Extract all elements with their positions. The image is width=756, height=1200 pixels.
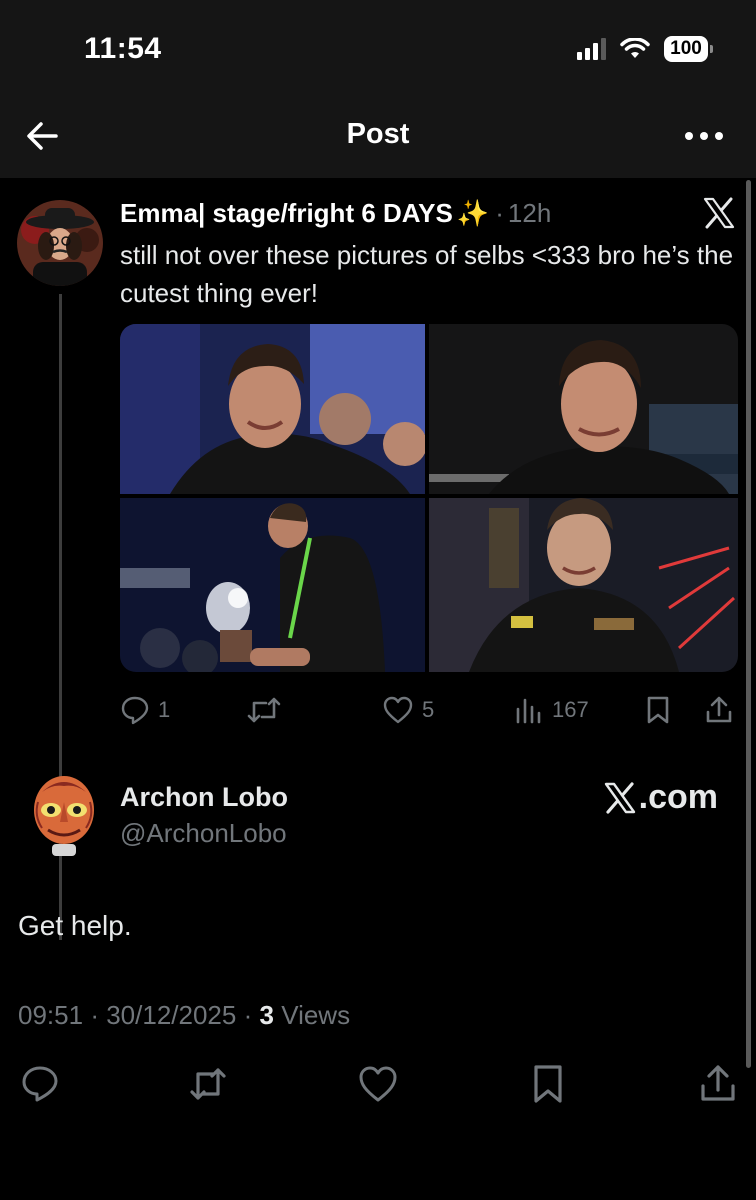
reply-icon (121, 696, 149, 725)
x-logo-icon (703, 197, 735, 229)
x-com-watermark: .com (603, 778, 718, 817)
repost-icon[interactable] (186, 1062, 230, 1106)
like-action[interactable]: 5 (382, 688, 434, 732)
bookmark-action[interactable] (644, 688, 672, 732)
avatar[interactable] (17, 200, 103, 286)
author-handle[interactable]: @ArchonLobo (120, 818, 287, 849)
x-logo-icon (604, 781, 635, 814)
views-chart-icon (516, 698, 541, 724)
views-action[interactable]: 167 (514, 688, 589, 732)
repost-action[interactable] (246, 688, 282, 732)
author-name[interactable]: Emma| stage/fright 6 DAYS (120, 198, 453, 229)
author-name[interactable]: Archon Lobo (120, 782, 288, 813)
photo-4[interactable] (429, 498, 738, 672)
separator: · (495, 198, 504, 228)
views-count: 3 (259, 1000, 274, 1030)
wifi-icon (620, 38, 650, 58)
reply-action[interactable]: 1 (120, 688, 170, 732)
like-count: 5 (422, 697, 435, 722)
post-text: Get help. (18, 910, 132, 941)
photo-grid (120, 324, 738, 672)
bookmark-icon[interactable] (526, 1062, 570, 1106)
avatar-image (34, 776, 94, 856)
repost-icon (247, 697, 281, 723)
views-count: 167 (552, 697, 589, 722)
more-icon[interactable] (684, 124, 724, 148)
quoted-post-header: Emma| stage/fright 6 DAYS ✨ · 12h (120, 198, 551, 229)
reply-icon[interactable] (18, 1062, 62, 1106)
battery-indicator: 100 (664, 36, 713, 62)
bookmark-icon (647, 696, 669, 724)
post-meta: 09:51 · 30/12/2025 · 3 Views (18, 1000, 350, 1031)
page-title: Post (346, 118, 410, 150)
photo-1[interactable] (120, 324, 425, 494)
views-label: Views (281, 1000, 351, 1030)
cellular-signal-icon (577, 38, 606, 60)
scrollbar[interactable] (746, 180, 751, 1068)
photo-3[interactable] (120, 498, 425, 672)
post-time: 09:51 (18, 1000, 84, 1030)
status-bar: 11:54 100 (0, 0, 756, 100)
reply-count: 1 (158, 697, 171, 722)
avatar-image (17, 200, 103, 286)
nav-bar: Post (0, 100, 756, 178)
status-time: 11:54 (84, 32, 162, 65)
share-action[interactable] (704, 688, 734, 732)
status-icons: 100 (577, 36, 713, 62)
share-icon[interactable] (696, 1062, 740, 1106)
post-text: still not over these pictures of selbs <… (120, 240, 734, 308)
photo-2[interactable] (429, 324, 738, 494)
heart-icon[interactable] (356, 1062, 400, 1106)
separator: · (243, 1000, 253, 1030)
watermark-text: .com (638, 778, 718, 816)
sparkles-emoji: ✨ (456, 198, 490, 228)
post-time: 12h (507, 198, 552, 228)
post-date: 30/12/2025 (106, 1000, 237, 1030)
avatar[interactable] (32, 772, 96, 858)
separator: · (90, 1000, 99, 1030)
share-icon (706, 696, 732, 723)
quoted-post-actions: 1 5 167 (120, 688, 740, 732)
post-actions-bar (0, 1062, 756, 1106)
heart-icon (383, 696, 413, 724)
